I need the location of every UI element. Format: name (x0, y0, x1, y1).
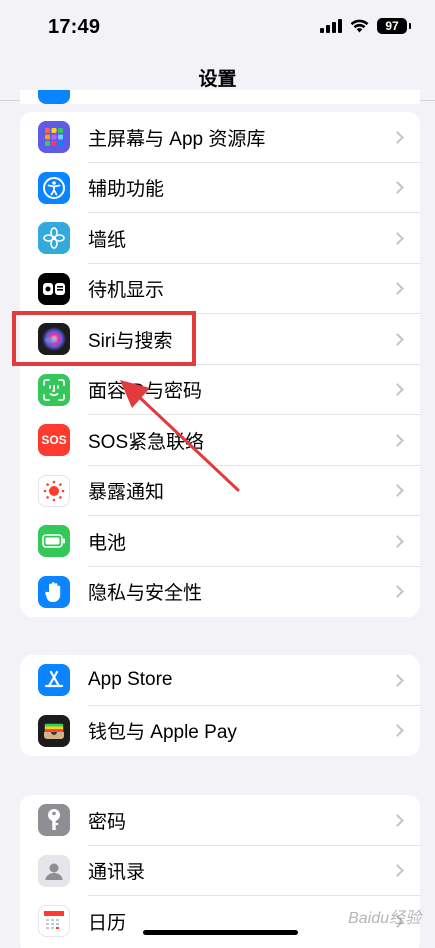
settings-row-contacts[interactable]: 通讯录 (20, 846, 420, 896)
cellular-signal-icon (320, 19, 342, 33)
settings-row-privacy[interactable]: 隐私与安全性 (20, 567, 420, 618)
chevron-right-icon (391, 181, 404, 195)
row-label: 密码 (88, 811, 127, 833)
page-title: 设置 (198, 69, 237, 90)
settings-row-home-screen[interactable]: 主屏幕与 App 资源库 (20, 112, 420, 163)
annotation-highlight-box (12, 311, 196, 366)
chevron-right-icon (391, 383, 404, 397)
settings-group-2: App Store 钱包与 Apple Pay (20, 655, 420, 756)
row-label: SOS紧急联络 (88, 431, 205, 453)
chevron-right-icon (391, 130, 404, 144)
contacts-icon (38, 854, 70, 887)
battery-icon (38, 525, 70, 558)
status-bar: 17:49 97 (0, 0, 435, 56)
key-icon (38, 804, 70, 837)
chevron-right-icon (391, 332, 404, 346)
row-label: 电池 (88, 532, 127, 554)
settings-row-wallet[interactable]: 钱包与 Apple Pay (20, 706, 420, 757)
row-label: 待机显示 (88, 280, 165, 302)
chevron-right-icon (391, 724, 404, 738)
battery-indicator: 97 (377, 18, 411, 34)
sos-icon-text: SOS (41, 433, 67, 448)
exposure-icon (38, 474, 70, 507)
standby-icon (38, 272, 70, 305)
wallpaper-icon (38, 222, 70, 255)
row-label: 辅助功能 (88, 179, 165, 201)
chevron-right-icon (391, 484, 404, 498)
wallet-icon (38, 714, 70, 747)
app-store-icon (38, 664, 70, 697)
chevron-right-icon (391, 864, 404, 878)
chevron-right-icon (391, 813, 404, 827)
home-screen-icon (38, 121, 70, 154)
chevron-right-icon (391, 282, 404, 296)
settings-row-standby[interactable]: 待机显示 (20, 264, 420, 314)
row-label: 日历 (88, 912, 127, 934)
chevron-right-icon (391, 534, 404, 548)
settings-row-sos[interactable]: SOS SOS紧急联络 (20, 415, 420, 466)
sos-icon: SOS (38, 424, 70, 457)
row-label: 面容ID与密码 (88, 381, 203, 403)
chevron-right-icon (391, 673, 404, 687)
scrolled-item-edge (20, 90, 420, 104)
chevron-right-icon (391, 433, 404, 447)
face-id-icon (38, 373, 70, 406)
accessibility-icon (38, 171, 70, 204)
settings-row-battery[interactable]: 电池 (20, 516, 420, 567)
row-label: 隐私与安全性 (88, 583, 203, 605)
settings-row-passwords[interactable]: 密码 (20, 795, 420, 846)
row-label: 通讯录 (88, 862, 146, 884)
settings-row-app-store[interactable]: App Store (20, 655, 420, 706)
settings-row-accessibility[interactable]: 辅助功能 (20, 163, 420, 213)
home-indicator (143, 930, 298, 935)
hand-icon (38, 575, 70, 608)
row-label: App Store (88, 669, 173, 691)
row-label: 墙纸 (88, 229, 127, 251)
chevron-right-icon (391, 231, 404, 245)
row-label: 钱包与 Apple Pay (88, 722, 237, 744)
row-label: 主屏幕与 App 资源库 (88, 128, 266, 150)
calendar-icon (38, 905, 70, 938)
settings-row-face-id[interactable]: 面容ID与密码 (20, 365, 420, 415)
row-label: 暴露通知 (88, 482, 165, 504)
chevron-right-icon (391, 585, 404, 599)
app-icon-fragment (38, 90, 70, 104)
status-icons: 97 (320, 18, 411, 34)
settings-row-exposure[interactable]: 暴露通知 (20, 466, 420, 516)
wifi-icon (350, 19, 369, 33)
watermark: Baidu经验 (348, 910, 421, 927)
settings-row-wallpaper[interactable]: 墙纸 (20, 213, 420, 264)
status-time: 17:49 (48, 16, 101, 38)
